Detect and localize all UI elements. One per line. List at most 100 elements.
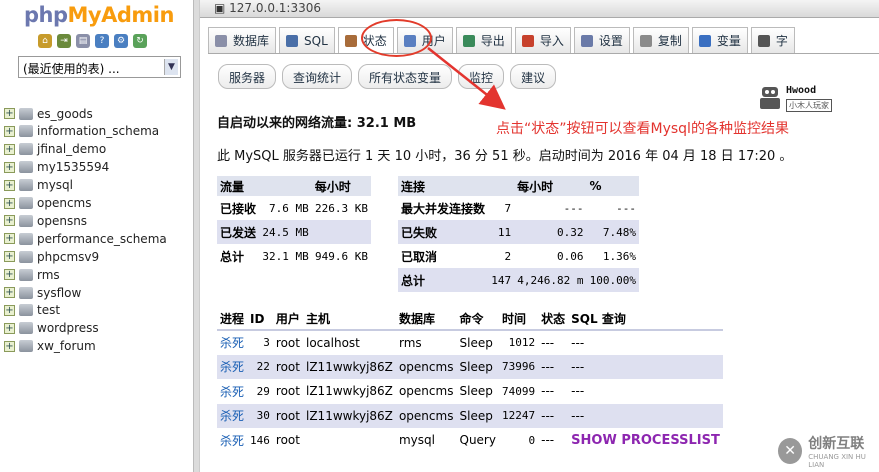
reload-icon[interactable]: ↻ [133,34,147,48]
database-item[interactable]: + rms [4,266,60,283]
table-cell [303,428,396,453]
tab-label: SQL [304,33,328,48]
database-item[interactable]: + opensns [4,212,87,229]
expand-icon[interactable]: + [4,287,15,298]
expand-icon[interactable]: + [4,340,15,352]
tab-sql[interactable]: SQL [279,27,335,53]
database-name[interactable]: sysflow [37,286,81,300]
table-cell: --- [541,408,555,423]
server-breadcrumb[interactable]: 127.0.0.1:3306 [229,1,321,15]
tab-variables[interactable]: 变量 [691,27,748,53]
table-cell: SHOW PROCESSLIST [571,432,720,448]
database-icon [19,286,33,299]
expand-icon[interactable]: + [4,125,15,137]
settings-icon[interactable]: ⚙ [114,34,128,48]
expand-icon[interactable]: + [4,179,15,191]
database-name[interactable]: mysql [37,178,73,192]
column-header[interactable]: 进程 [217,308,248,331]
database-item[interactable]: + wordpress [4,320,99,337]
kill-link[interactable]: 杀死 [217,355,247,380]
column-header[interactable]: 命令 [456,308,499,331]
expand-icon[interactable]: + [4,161,15,173]
database-item[interactable]: + jfinal_demo [4,141,106,158]
column-header[interactable]: SQL 查询 [568,308,723,331]
table-cell: 1012 [508,336,536,350]
database-name[interactable]: xw_forum [37,339,96,353]
database-item[interactable]: + xw_forum [4,338,96,355]
docs-icon[interactable]: ? [95,34,109,48]
database-item[interactable]: + es_goods [4,105,93,122]
expand-icon[interactable]: + [4,215,15,227]
table-cell: Sleep [459,384,493,399]
column-header[interactable]: ID [247,308,273,331]
home-icon[interactable]: ⌂ [38,34,52,48]
tab-databases[interactable]: 数据库 [208,27,277,53]
phpmyadmin-logo[interactable]: phpMyAdmin [24,3,174,27]
query-window-icon[interactable]: ▤ [76,34,90,48]
table-cell: root [275,384,300,399]
subtab-server[interactable]: 服务器 [218,64,277,89]
logout-icon[interactable]: ⇥ [57,34,71,48]
table-cell: 7 [504,201,512,215]
table-cell: 7.6 MB [269,201,309,215]
subtab-query-stats[interactable]: 查询统计 [282,64,353,89]
database-name[interactable]: opensns [37,214,87,228]
database-item[interactable]: + phpcmsv9 [4,248,99,265]
database-item[interactable]: + test [4,302,60,319]
logo-myadmin: MyAdmin [67,3,175,27]
kill-link[interactable]: 杀死 [217,428,247,453]
panel-splitter[interactable] [193,0,200,472]
database-item[interactable]: + sysflow [4,284,81,301]
replication-icon [639,34,652,47]
expand-icon[interactable]: + [4,269,15,281]
table-header: 连接 每小时% [398,176,639,196]
sql-icon [286,34,299,47]
table-cell: opencms [398,359,454,374]
tab-replication[interactable]: 复制 [632,27,689,53]
expand-icon[interactable]: + [4,108,15,119]
expand-icon[interactable]: + [4,197,15,209]
expand-icon[interactable]: + [4,143,15,155]
recent-tables-select[interactable]: (最近使用的表) ... ▼ [18,56,181,78]
database-name[interactable]: opencms [37,196,92,210]
watermark-logo-icon: ✕ [778,438,803,464]
column-header[interactable]: 时间 [498,308,539,331]
chevron-down-icon[interactable]: ▼ [164,59,178,75]
tab-charsets[interactable]: 字 [750,27,795,53]
database-item[interactable]: + my1535594 [4,159,109,176]
column-header[interactable]: 数据库 [395,308,457,331]
expand-icon[interactable]: + [4,233,15,245]
table-cell: --- [541,359,555,374]
database-name[interactable]: wordpress [37,321,99,335]
column-header[interactable]: 状态 [538,308,569,331]
subtab-advisor[interactable]: 建议 [510,64,557,89]
database-item[interactable]: + opencms [4,195,92,212]
breadcrumb: ▣ 127.0.0.1:3306 [200,0,879,18]
database-name[interactable]: es_goods [37,107,93,121]
database-name[interactable]: rms [37,268,60,282]
tab-import[interactable]: 导入 [514,27,571,53]
database-item[interactable]: + information_schema [4,123,159,140]
column-header[interactable]: 用户 [272,308,303,331]
table-cell: 12247 [502,409,536,423]
column-header[interactable]: 主机 [303,308,396,331]
database-item[interactable]: + performance_schema [4,230,167,247]
quick-links: ⌂ ⇥ ▤ ? ⚙ ↻ [38,34,147,48]
database-name[interactable]: performance_schema [37,232,167,246]
kill-link[interactable]: 杀死 [217,404,247,429]
kill-link[interactable]: 杀死 [217,379,247,404]
database-name[interactable]: phpcmsv9 [37,250,99,264]
database-name[interactable]: my1535594 [37,160,109,174]
database-name[interactable]: jfinal_demo [37,142,106,156]
kill-link[interactable]: 杀死 [217,330,247,355]
expand-icon[interactable]: + [4,251,15,263]
database-item[interactable]: + mysql [4,177,73,194]
database-name[interactable]: test [37,303,60,317]
table-cell: lZ11wwkyj86Z [306,359,393,374]
expand-icon[interactable]: + [4,322,15,334]
tab-settings[interactable]: 设置 [573,27,630,53]
uptime-text: 此 MySQL 服务器已运行 1 天 10 小时，36 分 51 秒。启动时间为… [217,149,793,164]
table-cell: opencms [398,408,454,423]
database-name[interactable]: information_schema [37,124,159,138]
expand-icon[interactable]: + [4,304,15,316]
